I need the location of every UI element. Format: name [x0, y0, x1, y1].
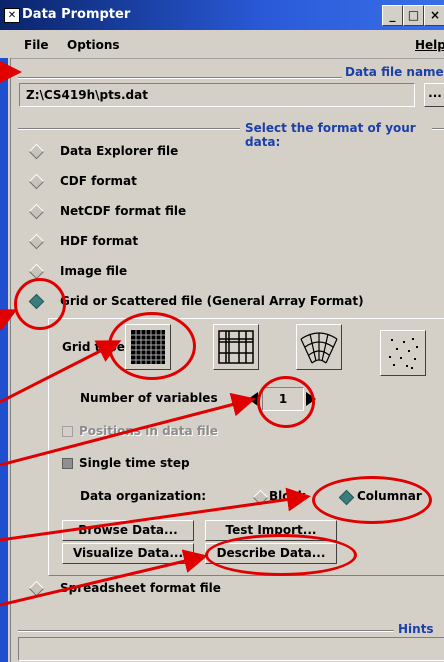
annotation-arrow — [0, 487, 311, 542]
annotation-arrow — [0, 309, 18, 331]
annotation-arrows — [0, 60, 311, 607]
annotation-arrow — [0, 340, 122, 404]
annotation-arrow — [0, 392, 256, 467]
annotation-arrow — [0, 549, 208, 607]
